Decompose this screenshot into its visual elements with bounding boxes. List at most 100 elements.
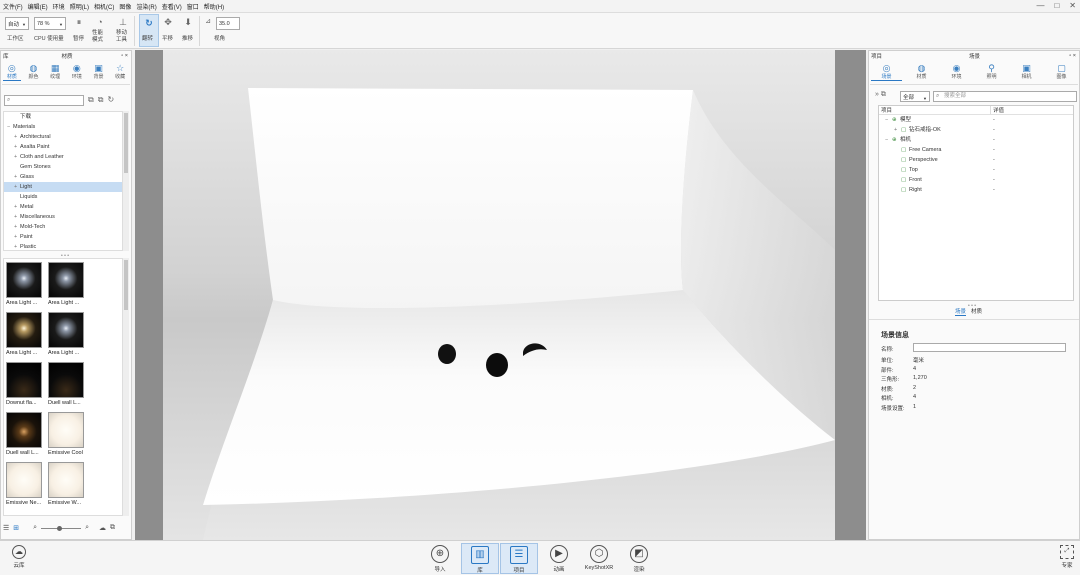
tab-project-0[interactable]: ◎ 场景 [871, 63, 902, 81]
filter-select[interactable]: 全部 ▼ [900, 91, 930, 102]
tab-project-2[interactable]: ◉ 环境 [941, 63, 972, 80]
scene-tree-item[interactable]: − ⊕ 相机 - [879, 135, 1073, 145]
library-tree-item[interactable]: Gem Stones [4, 162, 122, 172]
refresh-icon[interactable]: ↻ [107, 95, 118, 104]
material-thumbnail[interactable] [6, 362, 42, 398]
material-thumbnail[interactable] [6, 262, 42, 298]
expand-toggle-icon[interactable]: + [894, 125, 901, 135]
material-thumbnail[interactable] [48, 362, 84, 398]
maximize-icon[interactable]: □ [1054, 1, 1059, 10]
close-icon[interactable]: ✕ [1069, 1, 1076, 10]
library-tree-item[interactable]: + Metal [4, 202, 122, 212]
render-viewport[interactable] [135, 50, 866, 540]
tab-library-2[interactable]: ▦ 纹理 [46, 63, 64, 80]
project-search-input[interactable]: ⌕ 搜索全部 [933, 91, 1077, 102]
pan-icon[interactable]: ✥ [163, 17, 173, 27]
material-thumbnail[interactable] [48, 412, 84, 448]
panel-float-icon[interactable]: ▫ × [121, 53, 128, 59]
scene-tree-item[interactable]: ▢ Perspective - [879, 155, 1073, 165]
cpu-select[interactable]: 78 % ▼ [34, 17, 66, 30]
tab-library-0[interactable]: ◎ 材质 [3, 63, 21, 81]
tab-project-3[interactable]: ⚲ 照明 [976, 63, 1007, 80]
library-tree-item[interactable]: + Mold-Tech [4, 222, 122, 232]
menu-item[interactable]: 渲染(R) [136, 2, 156, 11]
import-button[interactable]: ⊕ 导入 [421, 543, 459, 574]
thumbnails-scrollbar[interactable] [123, 258, 129, 516]
scene-tree-item[interactable]: ▢ Front - [879, 175, 1073, 185]
menu-item[interactable]: 环境 [53, 2, 65, 11]
material-thumbnail[interactable] [6, 462, 42, 498]
library-tree-item[interactable]: + Paint [4, 232, 122, 242]
expand-toggle-icon[interactable]: − [885, 115, 892, 125]
export-icon[interactable]: ⧉ [110, 524, 115, 532]
scene-tree-item[interactable]: + ▢ 钻石戒指-OK - [879, 125, 1073, 135]
menu-item[interactable]: 帮助(H) [204, 2, 224, 11]
render-canvas[interactable] [163, 50, 835, 540]
material-thumbnail[interactable] [6, 412, 42, 448]
list-view-icon[interactable]: ☰ [3, 524, 9, 532]
column-header-item[interactable]: 项目 [879, 106, 991, 114]
fov-input[interactable]: 35.0 [216, 17, 240, 30]
menu-item[interactable]: 相机(C) [94, 2, 114, 11]
expand-icon[interactable]: » [875, 91, 879, 98]
scene-tree-item[interactable]: ▢ Top - [879, 165, 1073, 175]
library-button[interactable]: ▥ 库 [461, 543, 499, 574]
menu-item[interactable]: 查看(V) [162, 2, 182, 11]
material-thumbnail[interactable] [6, 312, 42, 348]
cloud-library-button[interactable]: ☁ 云库 [0, 543, 38, 574]
move-tool-icon[interactable]: ⊥ [118, 17, 128, 27]
expert-button[interactable]: ⤢ 专家 [1048, 543, 1080, 574]
library-tree-item[interactable]: + Cloth and Leather [4, 152, 122, 162]
library-tree-item[interactable]: + Plastic [4, 242, 122, 250]
menu-item[interactable]: 窗口 [187, 2, 199, 11]
tab-project-1[interactable]: ◍ 材质 [906, 63, 937, 80]
zoom-in-icon[interactable]: ⌕ [85, 524, 89, 532]
folder-search-icon[interactable]: ⧉ [88, 95, 98, 104]
library-tree-item[interactable]: + Axalta Paint [4, 142, 122, 152]
tab-project-4[interactable]: ▣ 相机 [1011, 63, 1042, 80]
animation-button[interactable]: ▶ 动画 [540, 543, 578, 574]
material-thumbnail[interactable] [48, 462, 84, 498]
tab-library-5[interactable]: ☆ 收藏 [111, 63, 129, 80]
library-tree-item[interactable]: Liquids [4, 192, 122, 202]
zoom-out-icon[interactable]: ⌕ [33, 524, 37, 532]
scene-tree-item[interactable]: ▢ Free Camera - [879, 145, 1073, 155]
library-tree-scrollbar[interactable] [123, 111, 129, 251]
material-thumbnail[interactable] [48, 262, 84, 298]
scrollbar-thumb[interactable] [124, 113, 128, 173]
scene-name-input[interactable] [913, 343, 1066, 352]
library-search-input[interactable]: ⌕ [4, 95, 84, 106]
folder-icon[interactable]: ⧉ [98, 95, 108, 104]
scrollbar-thumb[interactable] [124, 260, 128, 310]
tab-library-1[interactable]: ◍ 颜色 [25, 63, 43, 80]
keyshotxr-button[interactable]: ⬡ KeyShotXR [580, 543, 618, 574]
render-button[interactable]: ◩ 渲染 [620, 543, 658, 574]
scene-tree-item[interactable]: ▢ Right - [879, 185, 1073, 195]
library-tree-item[interactable]: + Miscellaneous [4, 212, 122, 222]
column-header-value[interactable]: 详值 [991, 106, 1004, 114]
library-tree-item[interactable]: 下载 [4, 112, 122, 122]
panel-float-icon[interactable]: ▫ × [1069, 53, 1076, 59]
slider-thumb[interactable] [57, 525, 63, 531]
tab-library-3[interactable]: ◉ 环境 [68, 63, 86, 80]
expand-toggle-icon[interactable]: − [885, 135, 892, 145]
menu-item[interactable]: 图像 [119, 2, 131, 11]
menu-item[interactable]: 文件(F) [3, 2, 23, 11]
tab-scene[interactable]: 场景 [955, 307, 967, 316]
tab-material[interactable]: 材质 [971, 307, 982, 316]
menu-item[interactable]: 照明(L) [70, 2, 89, 11]
library-tree-item[interactable]: + Architectural [4, 132, 122, 142]
cloud-upload-icon[interactable]: ☁ [99, 524, 106, 532]
library-tree-item[interactable]: + Light [4, 182, 122, 192]
dolly-icon[interactable]: ⬇ [183, 17, 193, 27]
tab-library-4[interactable]: ▣ 背景 [90, 63, 108, 80]
library-tree-item[interactable]: + Glass [4, 172, 122, 182]
thumbnail-size-slider[interactable] [41, 525, 82, 531]
minimize-icon[interactable]: — [1036, 1, 1044, 10]
grid-view-icon[interactable]: ⊞ [13, 524, 19, 532]
material-thumbnail[interactable] [48, 312, 84, 348]
library-tree-item[interactable]: − Materials [4, 122, 122, 132]
menu-item[interactable]: 编辑(E) [28, 2, 48, 11]
performance-icon[interactable]: ◔ [95, 17, 105, 27]
filter-icon[interactable]: ⧉ [881, 91, 886, 98]
